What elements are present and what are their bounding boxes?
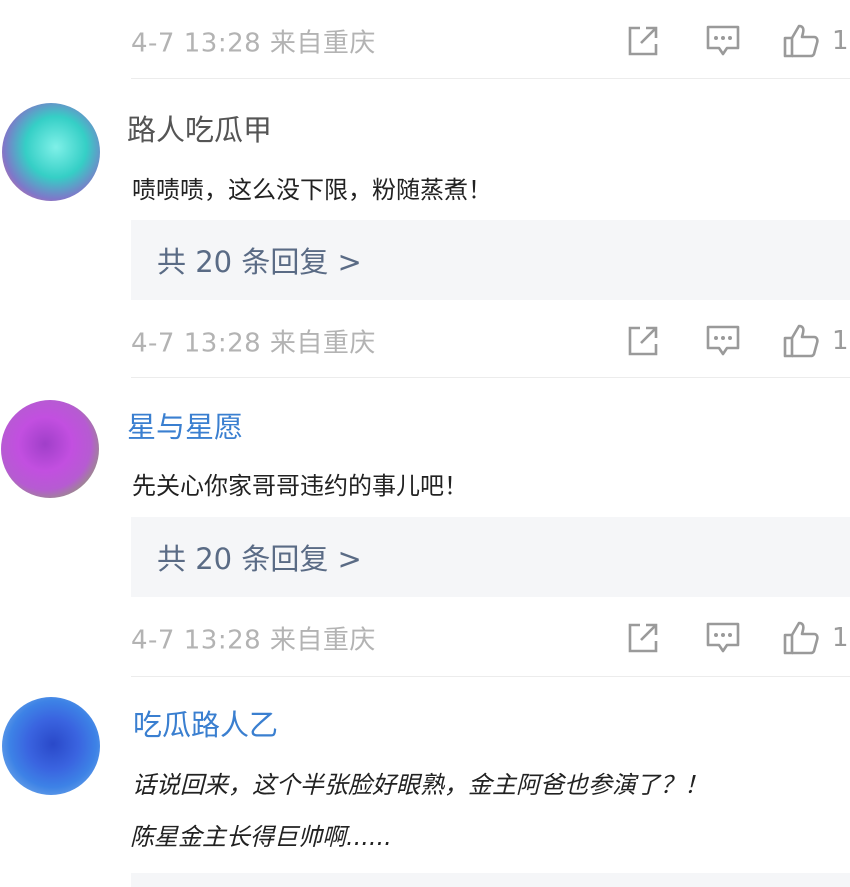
- comment-icon[interactable]: [705, 324, 741, 358]
- comment-username[interactable]: 吃瓜路人乙: [133, 702, 278, 744]
- comment-datetime-location: 4-7 13:28 来自重庆: [131, 28, 376, 59]
- reply-count-link[interactable]: 共 20 条回复 >: [157, 536, 362, 578]
- comment-meta-row: 4-7 13:28 来自重庆 1: [0, 603, 850, 673]
- like-count: 1: [832, 623, 849, 653]
- thumbs-up-icon[interactable]: [782, 23, 820, 59]
- thumbs-up-icon[interactable]: [782, 620, 820, 656]
- reply-summary-box[interactable]: 共 20 条回复 >: [131, 517, 850, 597]
- divider: [131, 676, 850, 677]
- reply-summary-box[interactable]: [131, 873, 850, 887]
- avatar[interactable]: [2, 103, 100, 201]
- comment-meta-row: 4-7 13:28 来自重庆 1: [0, 6, 850, 76]
- comment-datetime-location: 4-7 13:28 来自重庆: [131, 328, 376, 359]
- share-icon[interactable]: [626, 24, 660, 58]
- comment-text: 啧啧啧，这么没下限，粉随蒸煮！: [132, 176, 492, 204]
- comment-username[interactable]: 星与星愿: [127, 404, 243, 446]
- share-icon[interactable]: [626, 621, 660, 655]
- avatar[interactable]: [2, 697, 100, 795]
- avatar[interactable]: [1, 400, 99, 498]
- reply-count-link[interactable]: 共 20 条回复 >: [157, 239, 362, 281]
- share-icon[interactable]: [626, 324, 660, 358]
- comment-username[interactable]: 路人吃瓜甲: [127, 107, 272, 149]
- divider: [131, 377, 850, 378]
- comment-datetime-location: 4-7 13:28 来自重庆: [131, 625, 376, 656]
- reply-summary-box[interactable]: 共 20 条回复 >: [131, 220, 850, 300]
- like-count: 1: [832, 26, 849, 56]
- comment-icon[interactable]: [705, 24, 741, 58]
- comment-meta-row: 4-7 13:28 来自重庆 1: [0, 306, 850, 376]
- comment-text: 先关心你家哥哥违约的事儿吧！: [132, 472, 468, 500]
- divider: [131, 78, 850, 79]
- like-count: 1: [832, 326, 849, 356]
- comment-icon[interactable]: [705, 621, 741, 655]
- thumbs-up-icon[interactable]: [782, 323, 820, 359]
- comment-text: 话说回来，这个半张脸好眼熟，金主阿爸也参演了？！: [132, 771, 708, 799]
- comment-text: 陈星金主长得巨帅啊......: [130, 823, 392, 851]
